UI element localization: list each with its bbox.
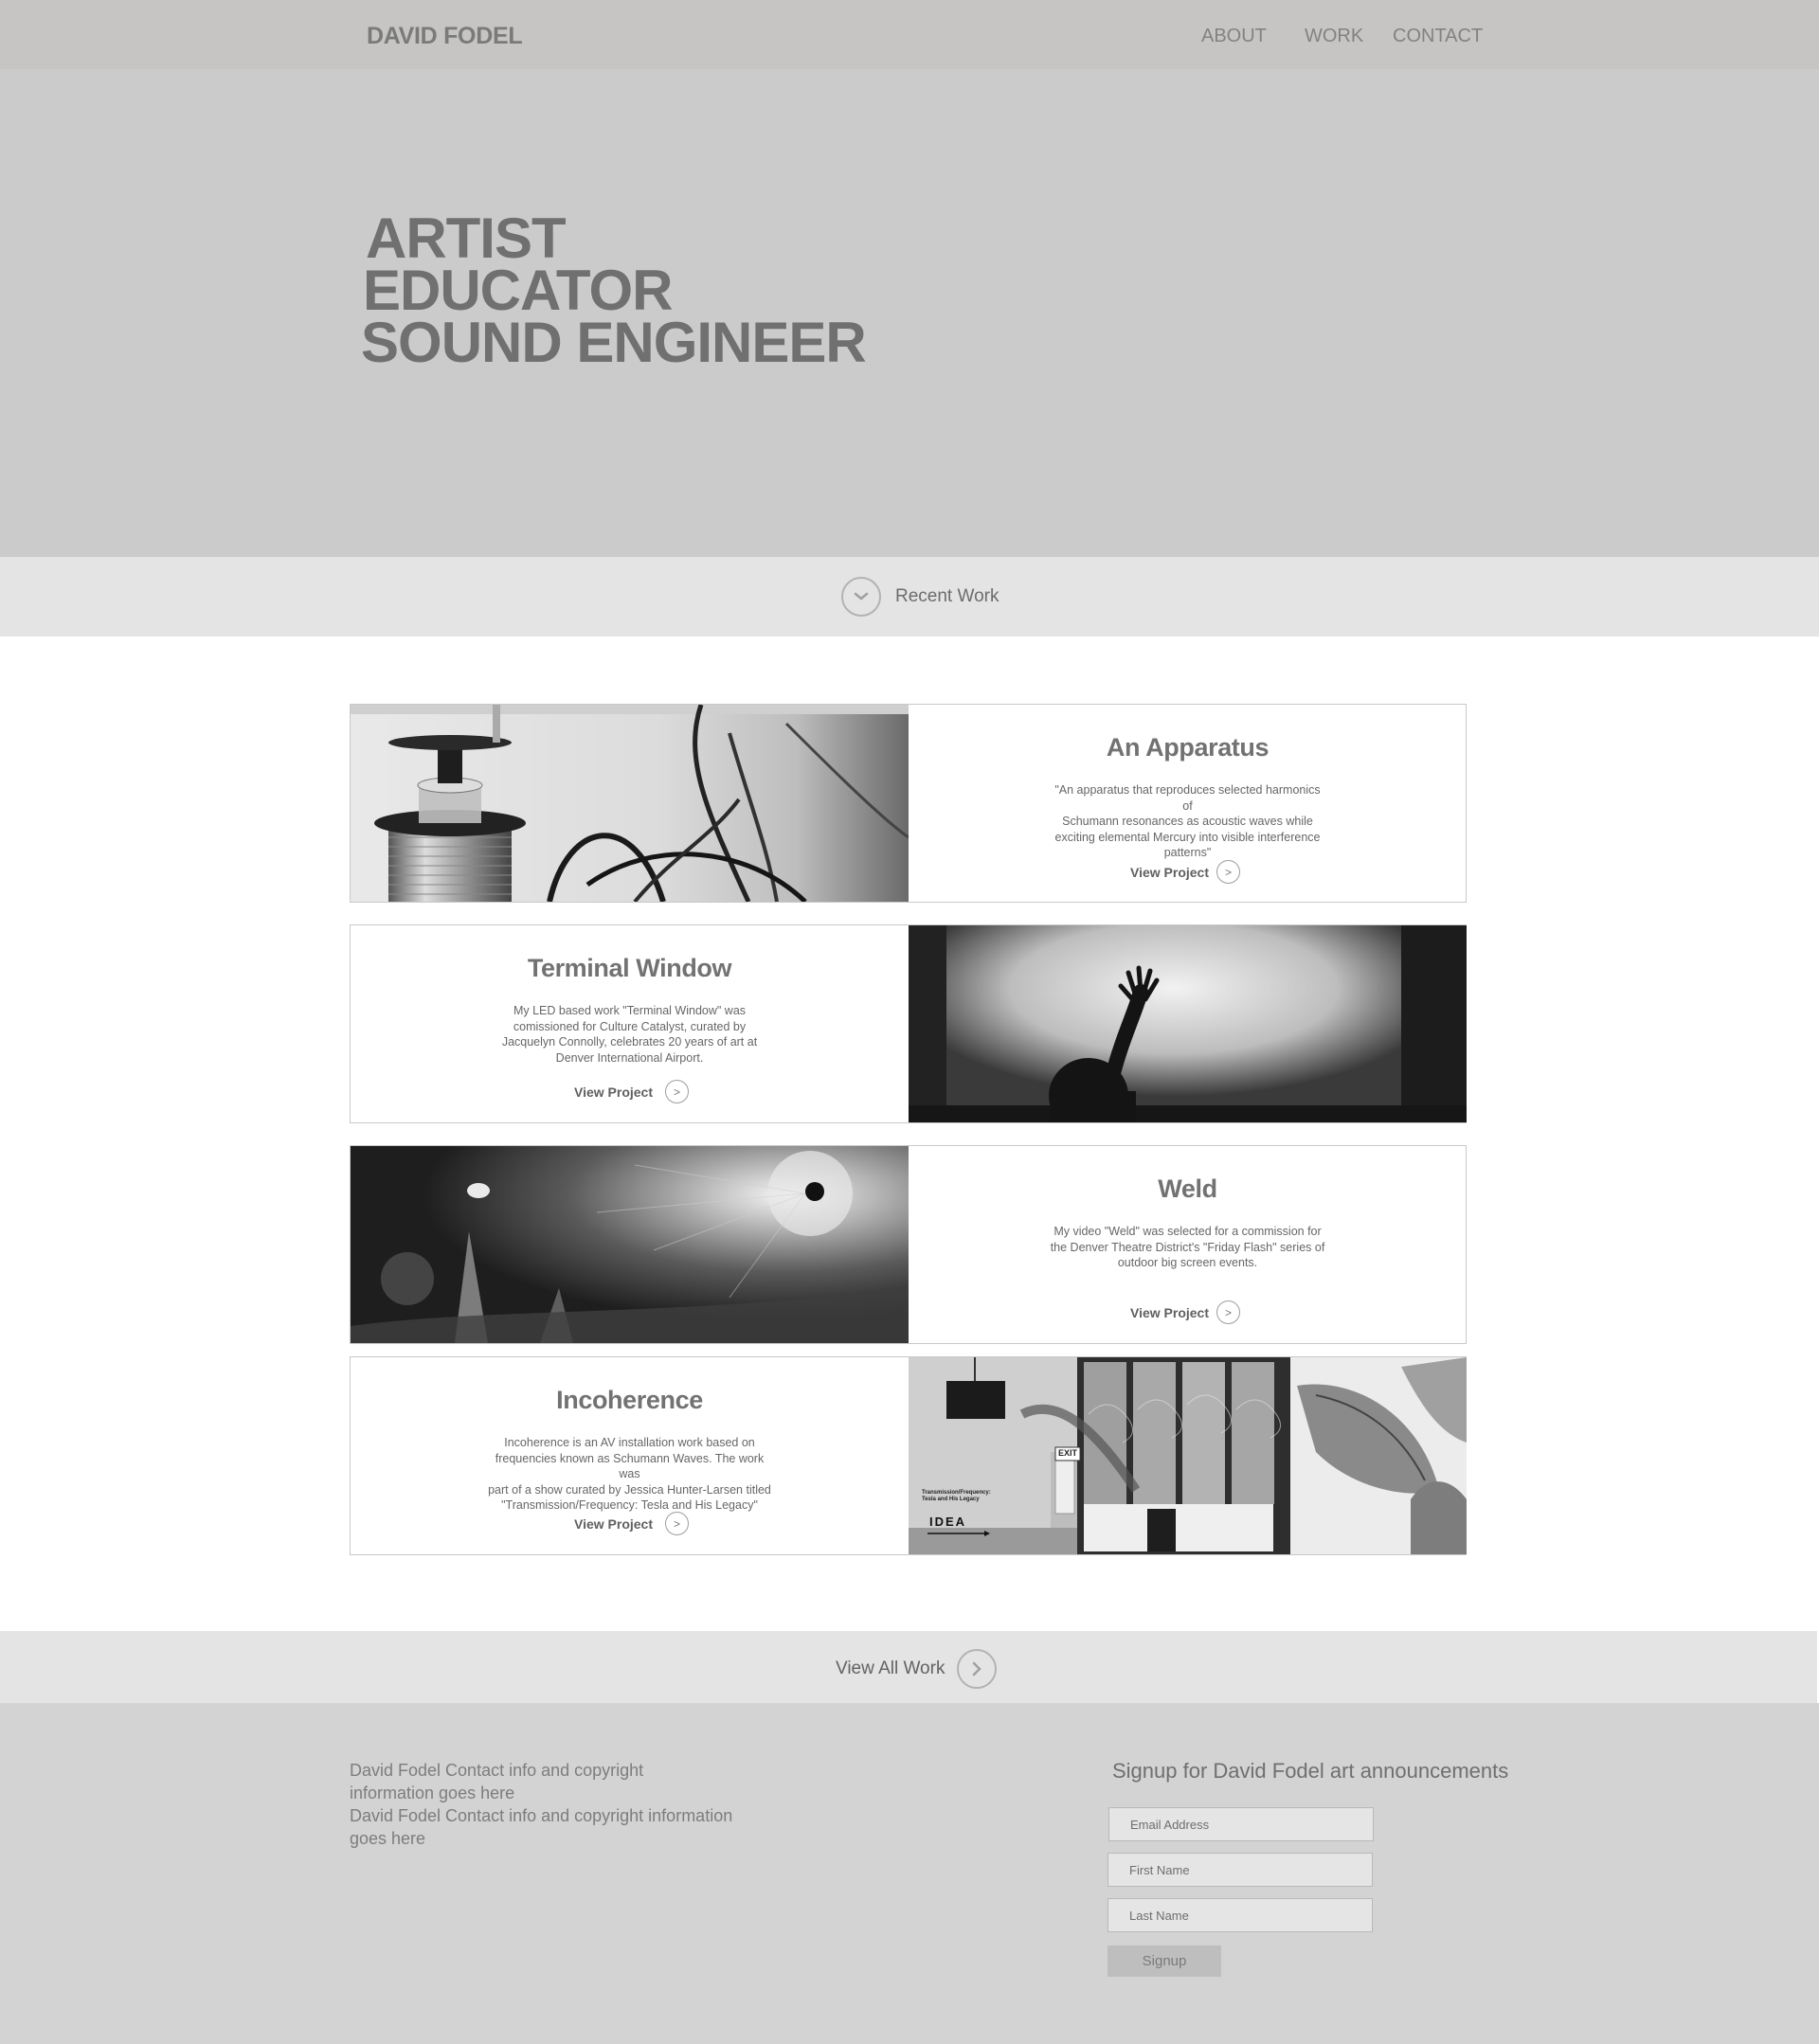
project-title: Terminal Window bbox=[527, 954, 732, 982]
view-project-link[interactable]: View Project bbox=[574, 1085, 653, 1100]
view-all-work-link[interactable]: View All Work bbox=[836, 1659, 945, 1679]
weld-photo bbox=[351, 1146, 909, 1343]
nav-about-link[interactable]: ABOUT bbox=[1201, 26, 1267, 47]
view-project-arrow-button[interactable]: > bbox=[665, 1080, 689, 1103]
email-field[interactable] bbox=[1108, 1807, 1374, 1841]
page: DAVID FODEL ABOUT WORK CONTACT ARTIST ED… bbox=[0, 0, 1819, 2044]
recent-work-label: Recent Work bbox=[895, 586, 1000, 606]
project-description: My video "Weld" was selected for a commi… bbox=[1050, 1225, 1325, 1269]
project-text-terminal-window: Terminal Window My LED based work "Termi… bbox=[351, 925, 909, 1122]
signup-title: Signup for David Fodel art announcements bbox=[1112, 1759, 1509, 1783]
view-project-arrow-button[interactable]: > bbox=[665, 1512, 689, 1535]
project-title: Incoherence bbox=[556, 1386, 703, 1414]
project-card-weld: Weld My video "Weld" was selected for a … bbox=[350, 1145, 1467, 1344]
scroll-down-button[interactable] bbox=[841, 577, 881, 617]
site-footer bbox=[0, 1703, 1819, 2044]
incoherence-photo bbox=[909, 1357, 1467, 1554]
project-description: Incoherence is an AV installation work b… bbox=[488, 1436, 771, 1512]
apparatus-photo bbox=[351, 705, 909, 902]
site-header: DAVID FODEL ABOUT WORK CONTACT bbox=[0, 0, 1819, 69]
chevron-right-icon: > bbox=[673, 1085, 680, 1099]
project-title: Weld bbox=[1158, 1174, 1217, 1203]
project-card-incoherence: Incoherence Incoherence is an AV install… bbox=[350, 1356, 1467, 1555]
project-text-incoherence: Incoherence Incoherence is an AV install… bbox=[351, 1357, 909, 1554]
chevron-right-icon: > bbox=[1224, 1305, 1232, 1319]
project-text-weld: Weld My video "Weld" was selected for a … bbox=[909, 1146, 1467, 1343]
project-image-apparatus[interactable] bbox=[351, 705, 909, 902]
view-all-work-button[interactable] bbox=[957, 1649, 997, 1689]
chevron-down-icon bbox=[854, 592, 869, 601]
exit-sign: EXIT bbox=[1058, 1448, 1078, 1458]
poster-text: Transmission/Frequency: Tesla and His Le… bbox=[922, 1490, 991, 1502]
project-title: An Apparatus bbox=[1106, 733, 1270, 762]
project-image-weld[interactable] bbox=[351, 1146, 909, 1343]
nav-contact-link[interactable]: CONTACT bbox=[1393, 26, 1483, 47]
view-project-link[interactable]: View Project bbox=[574, 1516, 653, 1532]
view-project-link[interactable]: View Project bbox=[1130, 865, 1209, 880]
chevron-right-icon: > bbox=[673, 1516, 680, 1531]
nav-work-link[interactable]: WORK bbox=[1305, 26, 1363, 47]
terminal-window-photo bbox=[909, 925, 1467, 1122]
site-logo[interactable]: DAVID FODEL bbox=[367, 23, 523, 50]
view-project-arrow-button[interactable]: > bbox=[1216, 860, 1240, 884]
project-image-terminal-window[interactable] bbox=[909, 925, 1467, 1122]
arrow-right-icon bbox=[928, 1531, 990, 1536]
first-name-field[interactable] bbox=[1108, 1853, 1373, 1887]
project-description: "An apparatus that reproduces selected h… bbox=[1054, 783, 1321, 859]
hero-section: ARTIST EDUCATOR SOUND ENGINEER bbox=[0, 69, 1819, 557]
project-card-terminal-window: Terminal Window My LED based work "Termi… bbox=[350, 924, 1467, 1123]
chevron-right-icon bbox=[972, 1661, 982, 1676]
project-description: My LED based work "Terminal Window" was … bbox=[501, 1004, 758, 1065]
hero-line-sound-engineer: SOUND ENGINEER bbox=[361, 311, 867, 374]
project-text-apparatus: An Apparatus "An apparatus that reproduc… bbox=[909, 705, 1467, 902]
view-project-link[interactable]: View Project bbox=[1130, 1305, 1209, 1320]
signup-button[interactable]: Signup bbox=[1108, 1945, 1221, 1977]
idea-sign: IDEA bbox=[929, 1515, 967, 1529]
project-card-apparatus: An Apparatus "An apparatus that reproduc… bbox=[350, 704, 1467, 903]
footer-contact-info: David Fodel Contact info and copyright i… bbox=[350, 1761, 733, 1848]
chevron-right-icon: > bbox=[1224, 865, 1232, 879]
project-image-incoherence[interactable]: EXIT Transmission/Frequency: Tesla and H… bbox=[909, 1357, 1467, 1554]
last-name-field[interactable] bbox=[1108, 1898, 1373, 1932]
view-project-arrow-button[interactable]: > bbox=[1216, 1300, 1240, 1324]
